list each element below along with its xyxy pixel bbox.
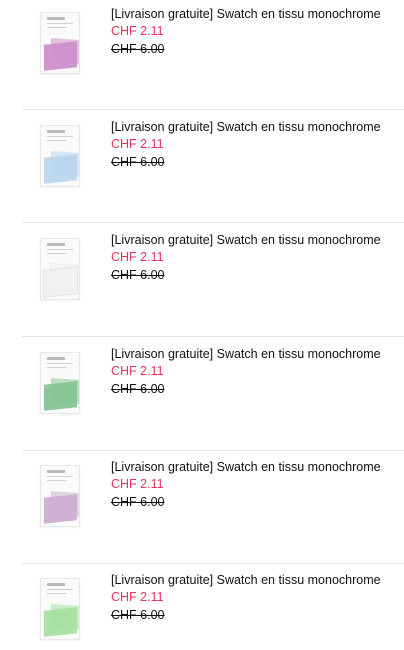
sale-price: CHF 2.11 (111, 590, 164, 604)
sale-price: CHF 2.11 (111, 250, 164, 264)
product-item[interactable]: [Livraison gratuite] Swatch en tissu mon… (0, 226, 404, 339)
original-price: CHF 6.00 (111, 495, 165, 509)
product-title[interactable]: [Livraison gratuite] Swatch en tissu mon… (111, 7, 381, 21)
sale-price: CHF 2.11 (111, 477, 164, 491)
product-title[interactable]: [Livraison gratuite] Swatch en tissu mon… (111, 120, 381, 134)
divider (22, 222, 404, 223)
product-item[interactable]: [Livraison gratuite] Swatch en tissu mon… (0, 453, 404, 566)
swatch-white-fabric (43, 266, 78, 298)
product-image[interactable] (40, 125, 80, 187)
original-price: CHF 6.00 (111, 42, 165, 56)
swatch-lilac-fabric (44, 494, 77, 524)
original-price: CHF 6.00 (111, 382, 165, 396)
divider (22, 336, 404, 337)
product-image[interactable] (40, 578, 80, 640)
divider (22, 450, 404, 451)
swatch-light-blue-fabric (44, 154, 77, 184)
sale-price: CHF 2.11 (111, 364, 164, 378)
product-title[interactable]: [Livraison gratuite] Swatch en tissu mon… (111, 573, 381, 587)
product-image[interactable] (40, 352, 80, 414)
product-item[interactable]: [Livraison gratuite] Swatch en tissu mon… (0, 566, 404, 650)
product-image[interactable] (40, 465, 80, 527)
swatch-green-fabric (44, 381, 77, 411)
swatch-pink-fabric (44, 41, 77, 71)
original-price: CHF 6.00 (111, 268, 165, 282)
product-image[interactable] (40, 12, 80, 74)
divider (22, 563, 404, 564)
product-item[interactable]: [Livraison gratuite] Swatch en tissu mon… (0, 0, 404, 113)
sale-price: CHF 2.11 (111, 24, 164, 38)
product-title[interactable]: [Livraison gratuite] Swatch en tissu mon… (111, 460, 381, 474)
sale-price: CHF 2.11 (111, 137, 164, 151)
product-item[interactable]: [Livraison gratuite] Swatch en tissu mon… (0, 340, 404, 453)
original-price: CHF 6.00 (111, 155, 165, 169)
product-item[interactable]: [Livraison gratuite] Swatch en tissu mon… (0, 113, 404, 226)
product-title[interactable]: [Livraison gratuite] Swatch en tissu mon… (111, 347, 381, 361)
original-price: CHF 6.00 (111, 608, 165, 622)
divider (22, 109, 404, 110)
product-title[interactable]: [Livraison gratuite] Swatch en tissu mon… (111, 233, 381, 247)
swatch-light-green-fabric (44, 607, 77, 637)
product-image[interactable] (40, 238, 80, 300)
product-list: [Livraison gratuite] Swatch en tissu mon… (0, 0, 404, 650)
